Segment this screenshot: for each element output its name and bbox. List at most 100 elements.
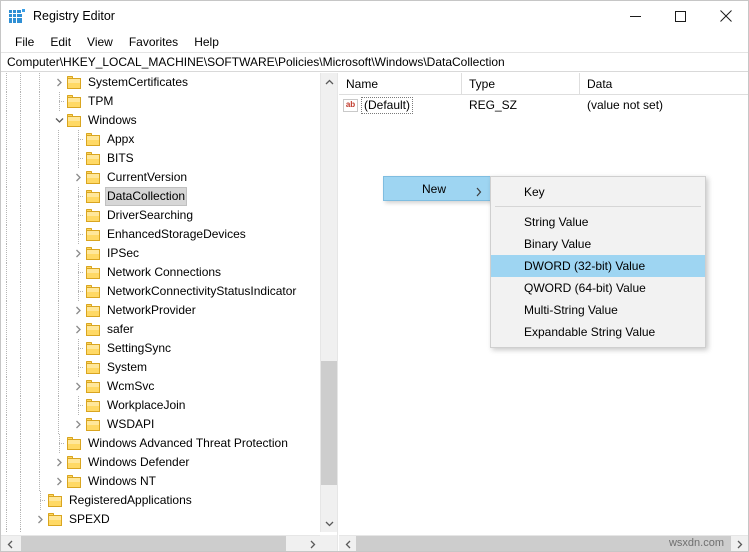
chevron-right-icon[interactable] — [70, 244, 86, 263]
tree-node-bits[interactable]: BITS — [1, 149, 321, 168]
tree-node-datacollection[interactable]: DataCollection — [1, 187, 321, 206]
menu-item-multi-string-value[interactable]: Multi-String Value — [491, 299, 705, 321]
chevron-right-icon[interactable] — [32, 510, 48, 529]
tree-node-wcmsvc[interactable]: WcmSvc — [1, 377, 321, 396]
menu-file[interactable]: File — [7, 33, 42, 51]
tree-hscroll-thumb[interactable] — [21, 536, 286, 551]
column-header-name[interactable]: Name — [339, 73, 462, 94]
tree-indent — [1, 187, 70, 206]
tree-node-network-connections[interactable]: Network Connections — [1, 263, 321, 282]
chevron-right-icon[interactable] — [32, 529, 48, 532]
tree-node-ipsec[interactable]: IPSec — [1, 244, 321, 263]
tree-node-settingsync[interactable]: SettingSync — [1, 339, 321, 358]
tree-indent — [1, 529, 32, 532]
tree-node-networkconnectivitystatusindicator[interactable]: NetworkConnectivityStatusIndicator — [1, 282, 321, 301]
tree-node-spexd[interactable]: SPEXD — [1, 510, 321, 529]
tree-node-windows-nt[interactable]: Windows NT — [1, 472, 321, 491]
tree-node-windows[interactable]: Windows — [1, 111, 321, 130]
menu-item-expandable-string-value[interactable]: Expandable String Value — [491, 321, 705, 343]
chevron-right-icon[interactable] — [70, 415, 86, 434]
context-menu-new-item[interactable]: New — [383, 176, 491, 201]
chevron-down-icon[interactable] — [51, 111, 67, 130]
address-bar[interactable]: Computer\HKEY_LOCAL_MACHINE\SOFTWARE\Pol… — [1, 52, 748, 72]
close-button[interactable] — [703, 1, 748, 31]
tree-indent — [1, 358, 70, 377]
tree-node-registeredapplications[interactable]: RegisteredApplications — [1, 491, 321, 510]
tree-node-enhancedstoragedevices[interactable]: EnhancedStorageDevices — [1, 225, 321, 244]
tree-node-systemcertificates[interactable]: SystemCertificates — [1, 73, 321, 92]
chevron-right-icon[interactable] — [51, 472, 67, 491]
folder-icon — [86, 133, 101, 146]
list-scroll-right-button[interactable] — [731, 536, 748, 551]
menu-view[interactable]: View — [79, 33, 121, 51]
tree-node-safer[interactable]: safer — [1, 320, 321, 339]
folder-icon — [67, 475, 82, 488]
tree-node-tpm[interactable]: TPM — [1, 92, 321, 111]
tree-scroll-down-button[interactable] — [321, 515, 337, 532]
tree-indent — [1, 149, 70, 168]
tree-connector — [70, 396, 86, 415]
folder-icon — [86, 342, 101, 355]
tree-scroll-right-button[interactable] — [304, 536, 321, 551]
folder-icon — [48, 494, 63, 507]
folder-icon — [86, 266, 101, 279]
folder-icon — [86, 285, 101, 298]
tree-node-systweak[interactable]: Systweak — [1, 529, 321, 532]
window-controls — [613, 1, 748, 31]
tree-node-label: WSDAPI — [107, 417, 155, 431]
string-value-icon: ab — [343, 98, 358, 112]
menu-item-label: QWORD (64-bit) Value — [524, 281, 646, 295]
tree-node-networkprovider[interactable]: NetworkProvider — [1, 301, 321, 320]
menu-edit[interactable]: Edit — [42, 33, 79, 51]
chevron-right-icon[interactable] — [70, 301, 86, 320]
new-value-submenu: Key String Value Binary Value DWORD (32-bit… — [490, 176, 706, 348]
tree-node-currentversion[interactable]: CurrentVersion — [1, 168, 321, 187]
tree-scroll-left-button[interactable] — [1, 536, 18, 551]
chevron-right-icon[interactable] — [51, 73, 67, 92]
maximize-button[interactable] — [658, 1, 703, 31]
tree-node-label: Windows — [88, 113, 137, 127]
chevron-right-icon[interactable] — [70, 168, 86, 187]
chevron-right-icon[interactable] — [70, 377, 86, 396]
column-header-type[interactable]: Type — [462, 73, 580, 94]
menu-help[interactable]: Help — [186, 33, 227, 51]
chevron-up-icon — [325, 79, 333, 84]
menu-separator — [495, 206, 701, 207]
tree-node-driversearching[interactable]: DriverSearching — [1, 206, 321, 225]
column-header-data[interactable]: Data — [580, 73, 748, 94]
menu-item-string-value[interactable]: String Value — [491, 211, 705, 233]
list-scroll-left-button[interactable] — [339, 536, 356, 551]
tree-horizontal-scrollbar[interactable] — [1, 535, 321, 551]
tree-connector — [51, 434, 67, 453]
minimize-icon — [630, 15, 641, 17]
chevron-left-icon — [345, 540, 350, 548]
tree-scroll-up-button[interactable] — [321, 73, 337, 90]
menu-item-binary-value[interactable]: Binary Value — [491, 233, 705, 255]
table-row[interactable]: ab (Default) REG_SZ (value not set) — [339, 95, 748, 115]
context-menu-new-label: New — [422, 181, 447, 196]
menu-item-key[interactable]: Key — [491, 181, 705, 203]
tree-node-wsdapi[interactable]: WSDAPI — [1, 415, 321, 434]
tree-node-windows-advanced-threat-protection[interactable]: Windows Advanced Threat Protection — [1, 434, 321, 453]
tree-indent — [1, 415, 70, 434]
chevron-right-icon[interactable] — [70, 320, 86, 339]
tree-node-system[interactable]: System — [1, 358, 321, 377]
tree-connector — [70, 282, 86, 301]
tree-vertical-scrollbar[interactable] — [320, 73, 337, 532]
menu-favorites[interactable]: Favorites — [121, 33, 186, 51]
tree-node-label: Network Connections — [107, 265, 222, 279]
tree-indent — [1, 282, 70, 301]
menu-item-dword-32-bit-value[interactable]: DWORD (32-bit) Value — [491, 255, 705, 277]
menu-item-label: Expandable String Value — [524, 325, 656, 339]
tree-node-appx[interactable]: Appx — [1, 130, 321, 149]
chevron-right-icon[interactable] — [51, 453, 67, 472]
tree-node-workplacejoin[interactable]: WorkplaceJoin — [1, 396, 321, 415]
tree-node-windows-defender[interactable]: Windows Defender — [1, 453, 321, 472]
tree-node-label: SystemCertificates — [88, 75, 189, 89]
menu-item-qword-64-bit-value[interactable]: QWORD (64-bit) Value — [491, 277, 705, 299]
minimize-button[interactable] — [613, 1, 658, 31]
folder-icon — [86, 380, 101, 393]
tree-scroll-thumb[interactable] — [321, 361, 337, 485]
tree-node-label: NetworkConnectivityStatusIndicator — [107, 284, 297, 298]
tree-indent — [1, 396, 70, 415]
